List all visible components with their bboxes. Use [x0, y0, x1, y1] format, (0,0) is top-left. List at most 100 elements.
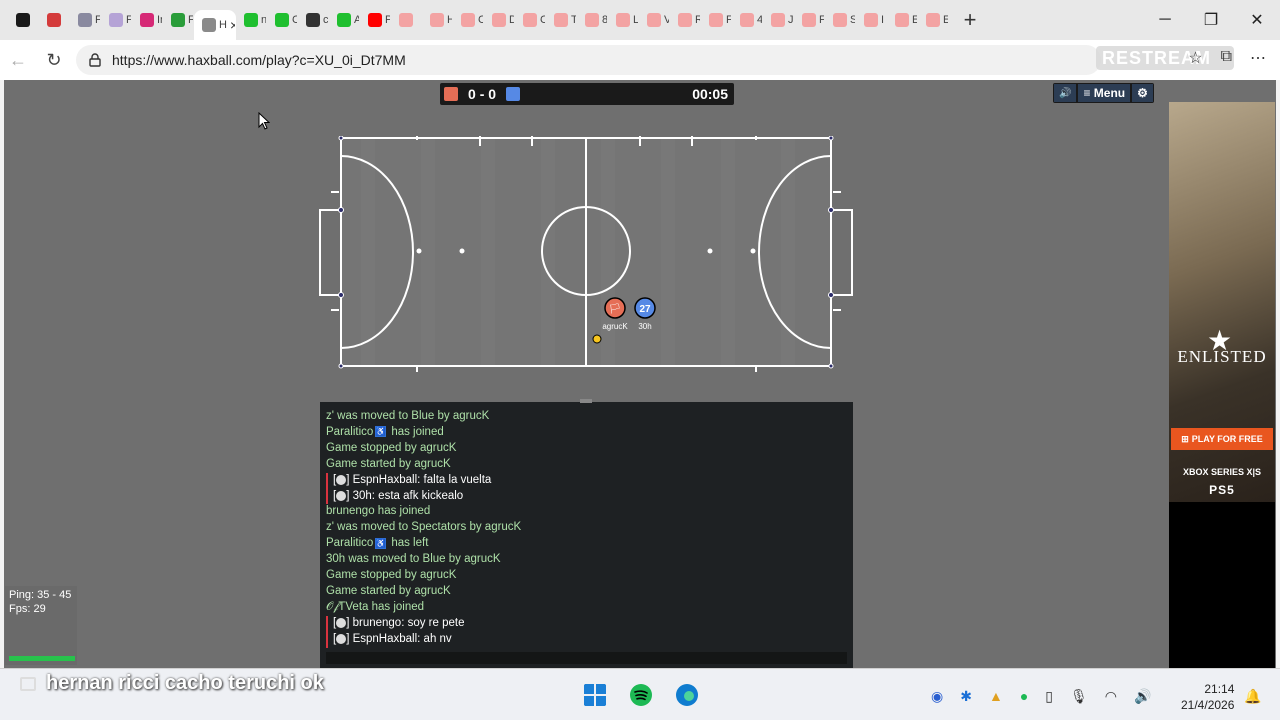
tab-item[interactable]: C [515, 5, 546, 35]
tab-item[interactable]: c [298, 5, 329, 35]
ad-xbox-text: XBOX SERIES X|S [1182, 467, 1262, 477]
tab-item[interactable]: D [484, 5, 515, 35]
tab-item[interactable]: F [163, 5, 194, 35]
maximize-button[interactable]: ❐ [1188, 0, 1234, 40]
more-menu-icon[interactable]: ⋯ [1250, 48, 1266, 68]
tab-item[interactable]: F [70, 5, 101, 35]
chat-line: Game stopped by agrucK [326, 441, 847, 457]
tab-item[interactable]: 4 [732, 5, 763, 35]
settings-button[interactable]: ⚙ [1132, 84, 1153, 102]
chat-text: EspnHaxball: ah nv [352, 632, 452, 645]
chat-text: Game started by agrucK [326, 457, 451, 470]
tab-item[interactable]: V [639, 5, 670, 35]
notification-bell-icon[interactable]: 🔔 [1244, 688, 1261, 705]
tab-favicon-icon [554, 13, 568, 27]
chat-text: Game stopped by agrucK [326, 441, 457, 454]
chat-text: 30h: esta afk kickealo [352, 489, 464, 502]
new-tab-button[interactable]: + [955, 7, 985, 33]
tab-item[interactable]: E [887, 5, 918, 35]
tab-favicon-icon [16, 13, 30, 27]
tab-item[interactable] [39, 5, 70, 35]
tab-item[interactable]: T [546, 5, 577, 35]
game-top-buttons: 🔊 ≡ Menu ⚙ [1053, 83, 1154, 103]
usb-icon[interactable]: ▯ [1045, 688, 1053, 705]
tab-favicon-icon [616, 13, 630, 27]
game-field[interactable]: 🏳 agrucK 27 30h [318, 136, 863, 376]
chat-input[interactable] [326, 652, 847, 664]
tab-item[interactable]: S [825, 5, 856, 35]
microphone-icon[interactable]: 🎙 [1070, 688, 1088, 705]
tab-item[interactable]: J [763, 5, 794, 35]
tab-favicon-icon [926, 13, 940, 27]
fps-text: Fps: 29 [9, 603, 46, 615]
ball-avatar-icon [336, 490, 347, 501]
player-blue-avatar: 27 [639, 304, 651, 315]
player-red-avatar: 🏳 [609, 303, 622, 315]
volume-icon[interactable]: 🔊 [1134, 688, 1151, 705]
chat-text: brunengo has joined [326, 505, 431, 518]
back-button[interactable]: ← [0, 50, 36, 71]
tab-label: E [943, 14, 948, 26]
app-tray-icon[interactable]: ◉ [931, 688, 943, 705]
reload-button[interactable]: ↻ [36, 50, 72, 71]
haxball-page: 0 - 0 00:05 🔊 ≡ Menu ⚙ 🏳 agrucK 27 30h z… [4, 80, 1276, 668]
ball-avatar-icon [336, 474, 347, 485]
tab-item[interactable]: F [701, 5, 732, 35]
tab-favicon-icon [461, 13, 475, 27]
tab-item[interactable]: H [422, 5, 453, 35]
ad-ps-text: PS5 [1209, 483, 1235, 497]
tab-favicon-icon [802, 13, 816, 27]
ball [592, 334, 602, 344]
minimize-button[interactable]: ─ [1142, 0, 1188, 40]
extensions-icon[interactable]: ⧉ [1221, 48, 1232, 68]
edge-icon[interactable] [675, 683, 699, 707]
chat-text: z' was moved to Spectators by agrucK [326, 521, 522, 534]
tab-item[interactable]: R [670, 5, 701, 35]
tab-item[interactable]: I [856, 5, 887, 35]
ad-play-button[interactable]: ⊞ PLAY FOR FREE [1171, 428, 1273, 450]
tab-item[interactable]: F [101, 5, 132, 35]
sound-button[interactable]: 🔊 [1054, 84, 1077, 102]
menu-button[interactable]: ≡ Menu [1078, 84, 1131, 102]
tab-active[interactable]: H× [194, 10, 236, 40]
tab-item[interactable]: C [267, 5, 298, 35]
tab-item[interactable]: A [329, 5, 360, 35]
tab-item[interactable]: F [794, 5, 825, 35]
close-window-button[interactable]: ✕ [1234, 0, 1280, 40]
tab-label: J [788, 14, 794, 26]
tab-item[interactable]: P [360, 5, 391, 35]
mouse-cursor-icon [258, 112, 270, 130]
advertisement[interactable]: ★ ENLISTED ⊞ PLAY FOR FREE XBOX SERIES X|… [1169, 102, 1275, 668]
tab-item[interactable]: In [132, 5, 163, 35]
tab-favicon-icon [171, 13, 185, 27]
spotify-icon[interactable] [629, 683, 653, 707]
blue-team-icon [506, 87, 521, 101]
tab-item[interactable] [8, 5, 39, 35]
wifi-icon[interactable]: ◠ [1105, 688, 1117, 705]
clock[interactable]: 21:14 21/4/2026 [1181, 681, 1234, 713]
tab-favicon-icon [833, 13, 847, 27]
favorite-star-icon[interactable]: ☆ [1188, 48, 1202, 68]
tab-favicon-icon [678, 13, 692, 27]
tab-item[interactable]: 8 [577, 5, 608, 35]
chat-text: z' was moved to Blue by agrucK [326, 410, 490, 422]
drive-icon[interactable]: ▲ [989, 688, 1003, 705]
url-field[interactable]: https://www.haxball.com/play?c=XU_0i_Dt7… [76, 45, 1101, 75]
chat-line: [] 30h: esta afk kickealo [326, 488, 847, 505]
tab-item[interactable]: C [453, 5, 484, 35]
tab-item[interactable] [391, 5, 422, 35]
tab-item[interactable]: n [236, 5, 267, 35]
spotify-tray-icon[interactable]: ● [1020, 688, 1028, 705]
clock-time: 21:14 [1204, 682, 1235, 696]
window-controls: ─ ❐ ✕ [1142, 0, 1280, 40]
chat-resize-handle[interactable] [580, 399, 592, 403]
tab-item[interactable]: E [918, 5, 949, 35]
tab-favicon-icon [430, 13, 444, 27]
tab-strip: FFInFH×nCcAPHCDCT8LVRF4JFSIEE [0, 0, 949, 40]
chat-line: 𝒪𝒻TVeta has joined [326, 600, 847, 616]
site-info-icon[interactable] [88, 53, 102, 67]
tab-item[interactable]: L [608, 5, 639, 35]
chat-line: Paralitico ♿ has left [326, 536, 847, 552]
bluetooth-icon[interactable]: ✱ [960, 688, 972, 705]
windows-start-icon[interactable] [583, 683, 607, 707]
